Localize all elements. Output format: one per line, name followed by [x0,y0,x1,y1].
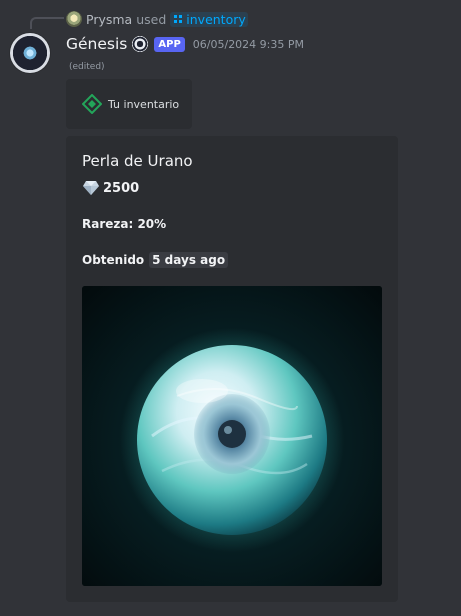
item-value-amount: 2500 [103,180,140,196]
obtained-label: Obtenido [82,253,145,267]
reply-command-label: inventory [186,11,246,27]
message-timestamp[interactable]: 06/05/2024 9:35 PM [193,38,304,51]
reply-username[interactable]: Prysma [86,12,132,27]
gem-icon [83,181,99,195]
author-name[interactable]: Génesis [66,35,127,53]
slash-command-icon [174,15,183,23]
diamond-icon [82,94,102,114]
inventory-button[interactable]: Tu inventario [66,79,192,129]
reply-command[interactable]: inventory [170,11,248,27]
item-obtained: Obtenido 5 days ago [82,252,229,268]
author-avatar[interactable] [10,33,50,73]
reply-avatar[interactable] [66,11,82,27]
item-image[interactable] [82,286,382,586]
author-badge-icon [132,36,149,52]
inventory-button-label: Tu inventario [108,97,180,111]
reply-connector [30,17,64,29]
reply-context[interactable]: Prysma used inventory [66,10,248,28]
obtained-time[interactable]: 5 days ago [149,252,229,268]
item-embed: Perla de Urano 2500 Rareza: 20% Obtenido… [66,136,398,602]
app-tag: APP [154,36,185,52]
item-rarity: Rareza: 20% [82,217,167,231]
item-value: 2500 [82,180,139,196]
reply-action: used [136,11,167,27]
pearl-orb-image [82,286,382,586]
message-header: Génesis APP 06/05/2024 9:35 PM [66,34,304,54]
edited-indicator: (edited) [69,62,105,72]
embed-title: Perla de Urano [82,152,193,170]
